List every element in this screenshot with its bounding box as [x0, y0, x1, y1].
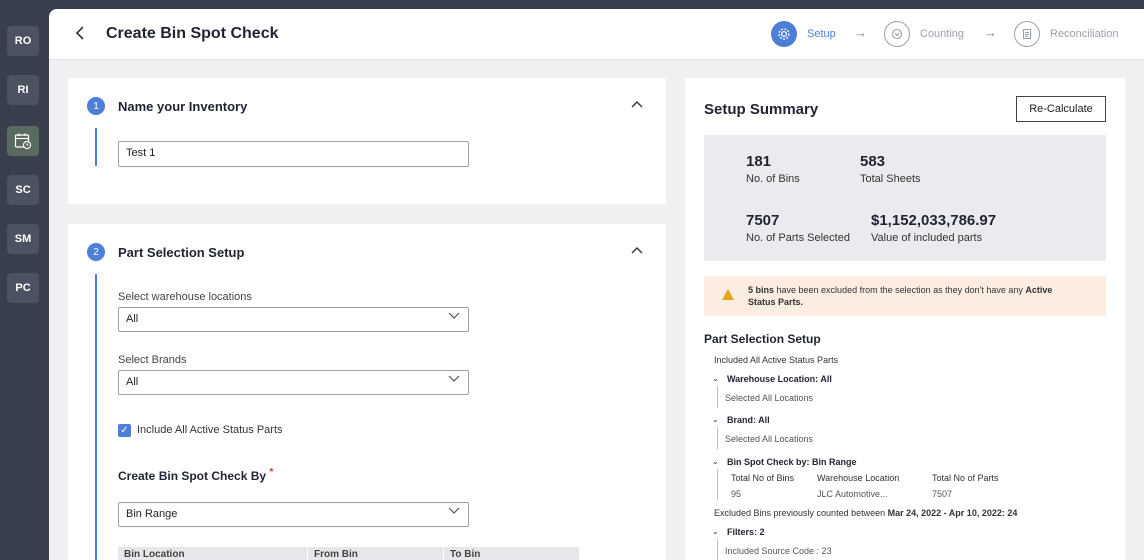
- summary-stats: 181 No. of Bins 583 Total Sheets 7507 No…: [704, 135, 1106, 261]
- excluded-prefix: Excluded Bins previously counted between: [714, 508, 888, 518]
- step-reconciliation-label: Reconciliation: [1050, 28, 1119, 40]
- sidebar-item-sc[interactable]: SC: [7, 175, 39, 205]
- excluded-bins-line: Excluded Bins previously counted between…: [714, 508, 1017, 518]
- spotcheck-by-value: Bin Range: [126, 508, 178, 520]
- include-active-checkbox[interactable]: ✓: [118, 424, 131, 437]
- clipboard-icon: [1014, 21, 1040, 47]
- bin-col-warehouse: Warehouse Location: [817, 473, 900, 483]
- chevron-down-icon[interactable]: ⌄: [712, 374, 719, 383]
- chevron-up-icon[interactable]: [631, 97, 643, 111]
- bin-col-total-bins: Total No of Bins: [731, 473, 795, 483]
- warehouse-heading: Warehouse Location: All: [727, 374, 832, 384]
- tree-line: [717, 427, 718, 449]
- chevron-down-icon[interactable]: ⌄: [712, 457, 719, 466]
- sidebar-item-sm[interactable]: SM: [7, 224, 39, 254]
- step-setup-label: Setup: [807, 28, 836, 40]
- spotcheck-by-label: Create Bin Spot Check By *: [118, 467, 273, 483]
- recalculate-button[interactable]: Re-Calculate: [1016, 96, 1106, 122]
- step-number-badge: 1: [87, 97, 105, 115]
- stat-value-label: Value of included parts: [871, 232, 983, 244]
- setup-summary-panel: Setup Summary Re-Calculate 181 No. of Bi…: [685, 78, 1125, 560]
- column-from-bin: From Bin: [308, 547, 444, 560]
- chevron-down-icon: [448, 375, 460, 386]
- page-title: Create Bin Spot Check: [106, 25, 279, 42]
- step-number-badge: 2: [87, 243, 105, 261]
- warehouse-select-value: All: [126, 313, 139, 325]
- warehouse-select[interactable]: All: [118, 307, 469, 332]
- back-arrow-icon[interactable]: [75, 25, 85, 46]
- section-accent-line: [95, 128, 97, 166]
- step-counting[interactable]: Counting: [884, 21, 964, 47]
- chevron-down-icon[interactable]: ⌄: [712, 527, 719, 536]
- tree-title: Part Selection Setup: [704, 332, 821, 346]
- column-bin-location: Bin Location: [118, 547, 308, 560]
- excluded-range: Mar 24, 2022 - Apr 10, 2022: 24: [887, 508, 1018, 518]
- filters-heading: Filters: 2: [727, 527, 765, 537]
- chevron-down-icon: [448, 312, 460, 323]
- spotcheck-by-text: Create Bin Spot Check By: [118, 469, 267, 483]
- column-to-bin: To Bin: [444, 547, 580, 560]
- section-part-selection: 2 Part Selection Setup Select warehouse …: [68, 224, 666, 560]
- warning-icon: [722, 289, 734, 300]
- bin-val-total-bins: 95: [731, 489, 742, 499]
- sidebar-item-pc[interactable]: PC: [7, 273, 39, 303]
- stat-bins-label: No. of Bins: [746, 173, 800, 185]
- stat-sheets-value: 583: [860, 153, 886, 170]
- filters-sub: Included Source Code : 23: [725, 546, 832, 556]
- chevron-up-icon[interactable]: [631, 243, 643, 257]
- spotcheck-by-select[interactable]: Bin Range: [118, 502, 469, 527]
- chevron-down-icon[interactable]: ⌄: [712, 415, 719, 424]
- section-name-inventory: 1 Name your Inventory Test 1: [68, 78, 666, 204]
- sidebar-item-ro[interactable]: RO: [7, 26, 39, 56]
- app-window: Create Bin Spot Check Setup → Counting →…: [49, 9, 1144, 560]
- brand-sub: Selected All Locations: [725, 434, 814, 444]
- gear-icon: [771, 21, 797, 47]
- stat-sheets-label: Total Sheets: [860, 173, 921, 185]
- header-bar: Create Bin Spot Check Setup → Counting →…: [49, 9, 1144, 60]
- bin-col-total-parts: Total No of Parts: [932, 473, 999, 483]
- bin-val-total-parts: 7507: [932, 489, 953, 499]
- warning-bold-count: 5 bins: [748, 285, 775, 295]
- brands-select[interactable]: All: [118, 370, 469, 395]
- counting-icon: [884, 21, 910, 47]
- tree-line: [717, 469, 718, 500]
- warehouse-sub: Selected All Locations: [725, 393, 814, 403]
- stat-value-value: $1,152,033,786.97: [871, 212, 997, 229]
- inventory-name-input[interactable]: Test 1: [118, 141, 469, 167]
- stat-bins-value: 181: [746, 153, 772, 170]
- brand-heading: Brand: All: [727, 415, 770, 425]
- stat-parts-value: 7507: [746, 212, 780, 229]
- required-marker: *: [269, 467, 274, 478]
- step-reconciliation[interactable]: Reconciliation: [1014, 21, 1118, 47]
- step-setup[interactable]: Setup: [771, 21, 836, 47]
- section-accent-line: [95, 274, 97, 560]
- summary-title: Setup Summary: [704, 101, 819, 118]
- brands-select-value: All: [126, 376, 139, 388]
- chevron-down-icon: [448, 507, 460, 518]
- warehouse-label: Select warehouse locations: [118, 291, 252, 303]
- warning-body: have been excluded from the selection as…: [774, 285, 1026, 295]
- warning-text: 5 bins have been excluded from the selec…: [748, 284, 1058, 308]
- section-title: Name your Inventory: [118, 99, 248, 114]
- calendar-clock-icon: [14, 133, 32, 150]
- arrow-right-icon: →: [984, 25, 997, 40]
- brands-label: Select Brands: [118, 354, 187, 366]
- included-active-text: Included All Active Status Parts: [714, 355, 839, 365]
- sidebar: RO RI SC SM PC: [0, 0, 49, 560]
- section-title: Part Selection Setup: [118, 245, 245, 260]
- step-counting-label: Counting: [920, 28, 965, 40]
- stat-parts-label: No. of Parts Selected: [746, 232, 850, 244]
- arrow-right-icon: →: [854, 25, 867, 40]
- tree-line: [717, 539, 718, 560]
- bin-val-warehouse: JLC Automotive...: [817, 489, 888, 499]
- tree-line: [717, 386, 718, 408]
- sidebar-item-ri[interactable]: RI: [7, 75, 39, 105]
- bin-range-table-header: Bin Location From Bin To Bin: [118, 547, 580, 560]
- sidebar-item-calendar[interactable]: [7, 126, 39, 156]
- include-active-label: Include All Active Status Parts: [137, 424, 283, 436]
- binspot-heading: Bin Spot Check by: Bin Range: [727, 457, 857, 467]
- excluded-bins-warning: 5 bins have been excluded from the selec…: [704, 276, 1106, 316]
